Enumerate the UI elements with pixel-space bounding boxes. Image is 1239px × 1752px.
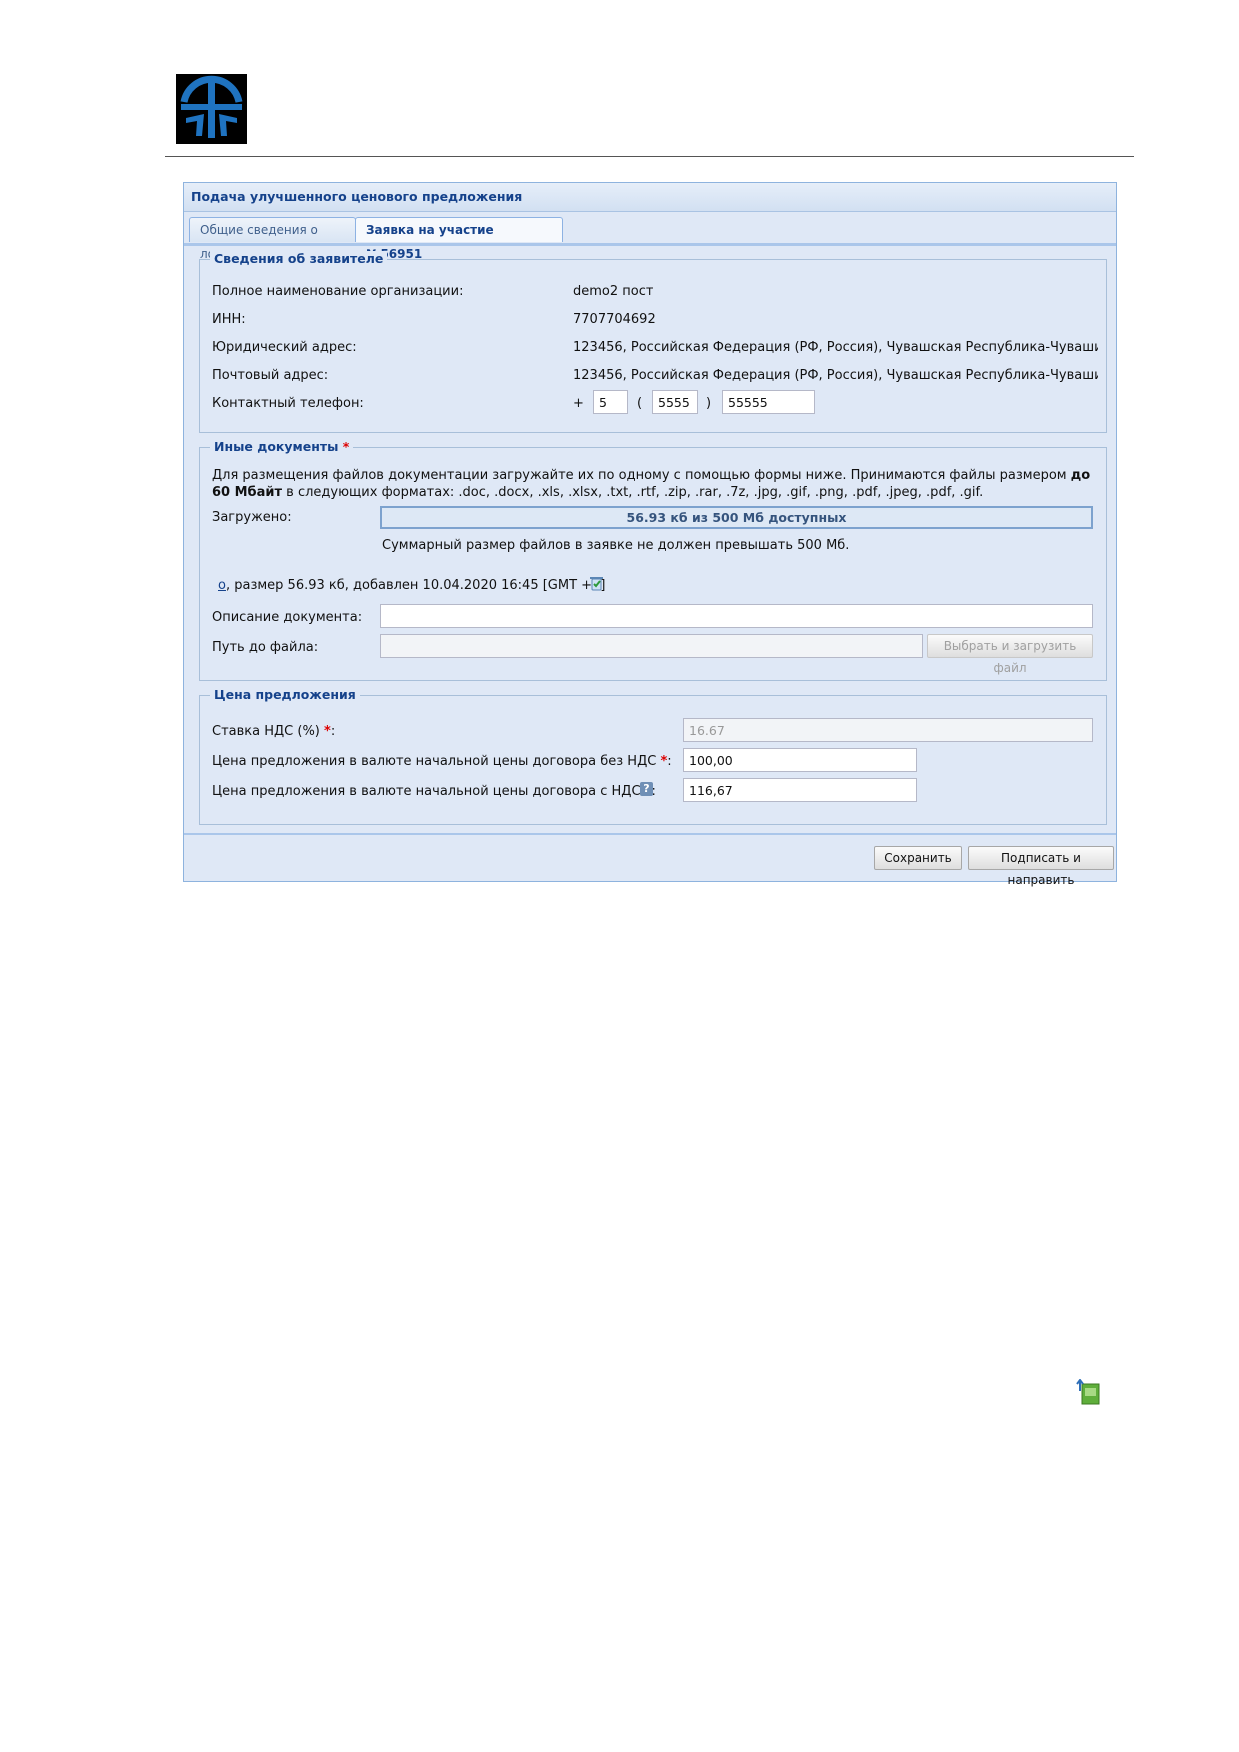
help-icon[interactable]: ? <box>640 782 653 796</box>
price-with-vat-input[interactable] <box>683 778 917 802</box>
postal-address-value: 123456, Российская Федерация (РФ, Россия… <box>573 368 1098 383</box>
applicant-legend: Сведения об заявителе <box>210 251 388 266</box>
uploaded-file-entry: o, размер 56.93 кб, добавлен 10.04.2020 … <box>218 578 606 593</box>
storage-progress-bar: 56.93 кб из 500 Мб доступных <box>380 506 1093 529</box>
price-without-vat-input[interactable] <box>683 748 917 772</box>
logo <box>176 74 247 144</box>
vat-rate-label: Ставка НДС (%) *: <box>212 724 336 739</box>
window-title: Подача улучшенного ценового предложения <box>184 183 1116 212</box>
phone-label: Контактный телефон: <box>212 396 364 411</box>
postal-address-label: Почтовый адрес: <box>212 368 329 383</box>
phone-area-code-input[interactable] <box>652 390 698 414</box>
price-without-vat-label: Цена предложения в валюте начальной цены… <box>212 754 672 769</box>
vat-rate-input[interactable] <box>683 718 1093 742</box>
file-path-input[interactable] <box>380 634 923 658</box>
file-path-label: Путь до файла: <box>212 640 319 655</box>
price-legend: Цена предложения <box>210 687 360 702</box>
description-label: Описание документа: <box>212 610 363 625</box>
delete-file-icon[interactable] <box>589 575 604 591</box>
sign-and-send-button[interactable]: Подписать и направить <box>968 846 1114 887</box>
price-section: Цена предложения Ставка НДС (%) *: Цена … <box>199 687 1107 825</box>
documents-required-mark: * <box>342 439 350 454</box>
choose-upload-file-button[interactable]: Выбрать и загрузить файл <box>927 634 1093 675</box>
uploaded-label: Загружено: <box>212 510 292 525</box>
phone-plus: + <box>573 396 584 411</box>
org-name-label: Полное наименование организации: <box>212 284 464 299</box>
bid-window: Подача улучшенного ценового предложения … <box>183 182 1117 887</box>
uploaded-file-link[interactable]: o <box>218 578 226 593</box>
org-name-value: demo2 пост <box>573 284 654 299</box>
window-footer: Сохранить Подписать и направить <box>184 833 1116 887</box>
documents-legend: Иные документы * <box>210 439 354 454</box>
documents-info-line1: Для размещения файлов документации загру… <box>212 468 1091 483</box>
applicant-section: Сведения об заявителе Полное наименовани… <box>199 251 1107 433</box>
phone-country-code-input[interactable] <box>593 390 628 414</box>
size-limit-note: Суммарный размер файлов в заявке не долж… <box>382 538 850 553</box>
legal-address-label: Юридический адрес: <box>212 340 357 355</box>
header-divider <box>165 156 1134 157</box>
inn-label: ИНН: <box>212 312 246 327</box>
documents-info-line2: 60 Мбайт в следующих форматах: .doc, .do… <box>212 485 984 500</box>
upload-document-icon[interactable] <box>1076 1379 1100 1405</box>
price-with-vat-label: Цена предложения в валюте начальной цены… <box>212 784 656 799</box>
legal-address-value: 123456, Российская Федерация (РФ, Россия… <box>573 340 1098 355</box>
inn-value: 7707704692 <box>573 312 656 327</box>
phone-close-paren: ) <box>706 396 712 411</box>
tab-strip: Общие сведения о лоте Заявка на участие … <box>184 212 1116 261</box>
save-button[interactable]: Сохранить <box>874 846 962 870</box>
documents-section: Иные документы * Для размещения файлов д… <box>199 439 1107 681</box>
phone-number-input[interactable] <box>722 390 815 414</box>
phone-open-paren: ( <box>637 396 643 411</box>
document-description-input[interactable] <box>380 604 1093 628</box>
tab-application[interactable]: Заявка на участие №56951 <box>355 217 563 261</box>
tab-lot-info[interactable]: Общие сведения о лоте <box>189 217 356 261</box>
